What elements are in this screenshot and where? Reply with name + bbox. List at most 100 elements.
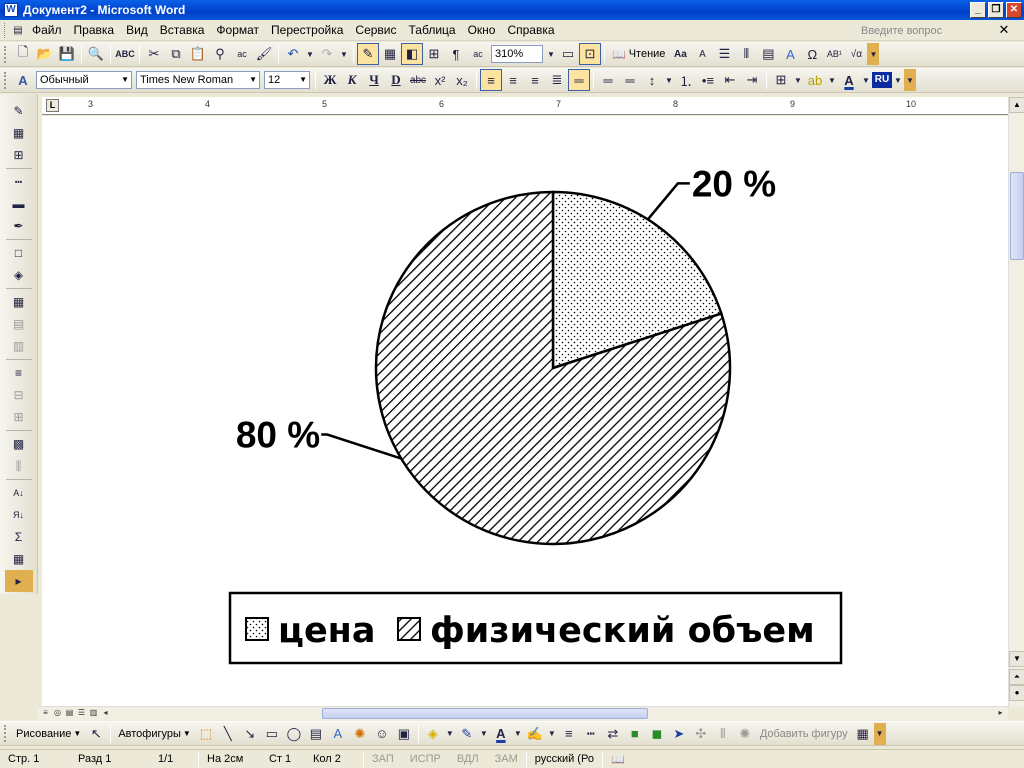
copy-icon[interactable]: ⧉ — [165, 43, 187, 65]
double-spacing-icon[interactable]: ═ — [619, 69, 641, 91]
status-overtype[interactable]: ЗАМ — [487, 753, 526, 765]
borders-icon[interactable]: ⊞ — [770, 69, 792, 91]
line-spacing-dropdown-icon[interactable]: ▼ — [663, 69, 675, 91]
show-formatting-icon[interactable]: ¶ — [445, 43, 467, 65]
font-size-select[interactable]: 12 ▼ — [264, 71, 310, 89]
menu-window[interactable]: Окно — [462, 21, 502, 40]
redo-icon[interactable]: ↷ — [316, 43, 338, 65]
increase-indent-icon[interactable]: ⇥ — [741, 69, 763, 91]
distribute-rows-icon[interactable]: ⊟ — [5, 384, 33, 406]
zoom-input[interactable]: 310% — [491, 45, 543, 63]
italic-button[interactable]: К — [341, 69, 363, 91]
status-track-changes[interactable]: ИСПР — [402, 753, 449, 765]
font-icon[interactable]: Aa — [669, 43, 691, 65]
spelling-status-icon[interactable]: 📖 — [603, 753, 633, 766]
character-icon[interactable]: A — [691, 43, 713, 65]
menu-table[interactable]: Таблица — [403, 21, 462, 40]
sort-descending-icon[interactable]: Я↓ — [5, 504, 33, 526]
style-select[interactable]: Обычный ▼ — [36, 71, 132, 89]
reading-view-icon[interactable]: ▥ — [88, 707, 99, 719]
pin-icon[interactable]: ✣ — [690, 723, 712, 745]
language-dropdown-icon[interactable]: ▼ — [892, 69, 904, 91]
text-direction-icon[interactable]: ⫼ — [5, 455, 33, 477]
close-document-icon[interactable]: ✕ — [996, 22, 1012, 38]
horizontal-scrollbar[interactable]: ≡ ◎ ▤ ☰ ▥ ◂ ▸ — [38, 706, 1008, 720]
fill-color-icon[interactable]: ◈ — [422, 723, 444, 745]
close-button[interactable]: ✕ — [1006, 2, 1022, 18]
vertical-scrollbar[interactable]: ▲ ▼ ⏶ ● — [1008, 97, 1024, 707]
highlight-icon[interactable]: ✍ — [524, 723, 546, 745]
wordart-icon[interactable]: A — [779, 43, 801, 65]
web-view-icon[interactable]: ◎ — [52, 707, 63, 719]
chart-data-icon[interactable]: ▦ — [5, 122, 33, 144]
dashed-line-icon[interactable]: ┅ — [5, 171, 33, 193]
research-icon[interactable]: ⚲ — [209, 43, 231, 65]
toolbar-options-icon[interactable]: ▼ — [867, 43, 880, 65]
open-folder-icon[interactable]: 📂 — [34, 43, 56, 65]
columns-icon[interactable]: ⫴ — [735, 43, 757, 65]
document-canvas[interactable]: 20 % 80 % цена физический объем — [42, 116, 1008, 706]
draw-menu-button[interactable]: Рисование ▼ — [12, 728, 85, 740]
chart-legend[interactable]: цена физический объем — [228, 591, 843, 665]
3d-style-icon[interactable]: ◼ — [646, 723, 668, 745]
chart-type-icon[interactable]: ▭ — [557, 43, 579, 65]
select-objects-icon[interactable]: ↖ — [85, 723, 107, 745]
double-underline-button[interactable]: D — [385, 69, 407, 91]
select-browse-object-icon[interactable]: ● — [1009, 685, 1024, 701]
drawing-icon[interactable]: ◧ — [401, 43, 423, 65]
spelling-check-icon[interactable]: ac — [231, 43, 253, 65]
strikethrough-button[interactable]: abc — [407, 69, 429, 91]
symbol-omega-icon[interactable]: Ω — [801, 43, 823, 65]
menu-file[interactable]: Файл — [26, 21, 68, 40]
edit-mode-icon[interactable]: ✎ — [357, 43, 379, 65]
lines-icon[interactable]: ☰ — [713, 43, 735, 65]
scroll-up-icon[interactable]: ▲ — [1009, 97, 1024, 113]
textbox-icon[interactable]: ▤ — [305, 723, 327, 745]
vertical-scroll-thumb[interactable] — [1010, 172, 1024, 260]
menu-grip[interactable] — [4, 22, 7, 38]
table-layout-icon[interactable]: ▤ — [757, 43, 779, 65]
fill-color-dropdown-icon[interactable]: ▼ — [444, 723, 456, 745]
canvas-icon[interactable]: ⬚ — [195, 723, 217, 745]
font-color-icon[interactable]: A — [838, 69, 860, 91]
dash-style-icon[interactable]: ┅ — [580, 723, 602, 745]
print-layout-icon[interactable]: ▤ — [64, 707, 75, 719]
add-shape-icon[interactable]: ✺ — [734, 723, 756, 745]
edit-chart-icon[interactable]: ✎ — [5, 100, 33, 122]
language-badge[interactable]: RU — [872, 72, 892, 88]
scroll-down-icon[interactable]: ▼ — [1009, 651, 1024, 667]
style-check-icon[interactable]: ac — [467, 43, 489, 65]
maximize-button[interactable]: ❐ — [988, 2, 1004, 18]
font-select[interactable]: Times New Roman ▼ — [136, 71, 260, 89]
align-icon[interactable]: ≡ — [5, 362, 33, 384]
document-map-icon[interactable]: ⊞ — [423, 43, 445, 65]
distributed-icon[interactable]: ═ — [568, 69, 590, 91]
scroll-left-icon[interactable]: ◂ — [100, 707, 111, 719]
tab-stop-icon[interactable]: L — [46, 99, 59, 112]
help-question-input[interactable]: Введите вопрос — [858, 23, 988, 39]
table-grid-icon[interactable]: ▦ — [5, 548, 33, 570]
document-icon[interactable]: ▤ — [10, 22, 26, 38]
decrease-indent-icon[interactable]: ⇤ — [719, 69, 741, 91]
menu-format[interactable]: Формат — [210, 21, 265, 40]
undo-dropdown-icon[interactable]: ▼ — [304, 43, 316, 65]
paste-icon[interactable]: 📋 — [187, 43, 209, 65]
merge-cells-icon[interactable]: ▤ — [5, 313, 33, 335]
line-color-dropdown-icon[interactable]: ▼ — [478, 723, 490, 745]
pen-color-icon[interactable]: ✒ — [5, 215, 33, 237]
save-icon[interactable]: 💾 — [56, 43, 78, 65]
line-color-icon[interactable]: ✎ — [456, 723, 478, 745]
line-weight-icon[interactable]: ▬ — [5, 193, 33, 215]
diagram-icon[interactable]: ✺ — [349, 723, 371, 745]
highlight-dropdown-icon[interactable]: ▼ — [546, 723, 558, 745]
autosum-icon[interactable]: Σ — [5, 526, 33, 548]
table-icon[interactable]: ▦ — [379, 43, 401, 65]
toolbar-grip[interactable] — [4, 725, 8, 742]
equation-icon[interactable]: √α — [845, 43, 867, 65]
normal-view-icon[interactable]: ≡ — [40, 707, 51, 719]
columns-shape-icon[interactable]: ⫴ — [712, 723, 734, 745]
justify-icon[interactable]: ≣ — [546, 69, 568, 91]
line-icon[interactable]: ╲ — [217, 723, 239, 745]
undo-icon[interactable]: ↶ — [282, 43, 304, 65]
superscript-button[interactable]: x² — [429, 69, 451, 91]
